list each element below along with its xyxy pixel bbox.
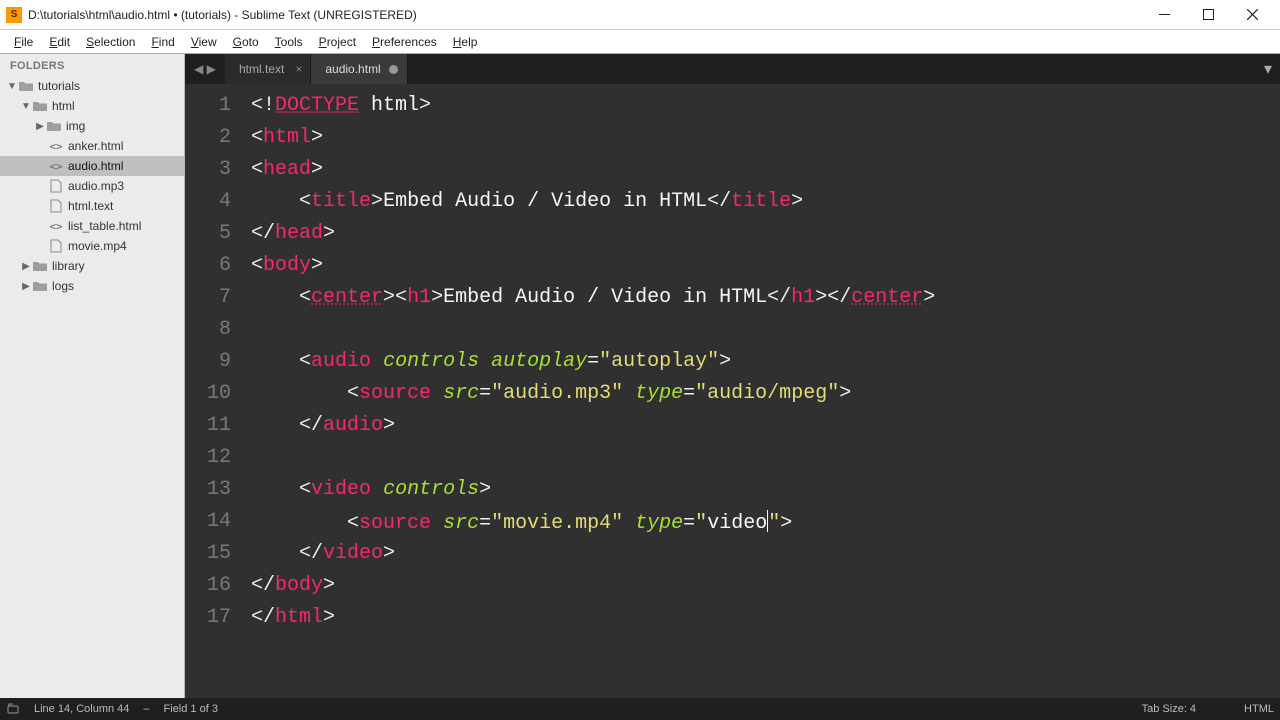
code-line-17[interactable]: </html>: [251, 602, 1280, 634]
status-icon: [6, 703, 20, 715]
tree-label: html.text: [68, 199, 113, 213]
menu-goto[interactable]: Goto: [225, 32, 267, 52]
disclosure-icon[interactable]: ▶: [20, 261, 32, 272]
code-line-12[interactable]: [251, 442, 1280, 474]
menu-file[interactable]: File: [6, 32, 41, 52]
code-line-3[interactable]: <head>: [251, 154, 1280, 186]
code-content[interactable]: <!DOCTYPE html><html><head> <title>Embed…: [245, 84, 1280, 698]
line-gutter: 1234567891011121314151617: [185, 84, 245, 698]
folder-html[interactable]: ▼ html: [0, 96, 184, 116]
code-line-15[interactable]: </video>: [251, 538, 1280, 570]
status-bar: Line 14, Column 44 – Field 1 of 3 Tab Si…: [0, 698, 1280, 720]
file-list_table.html[interactable]: <> list_table.html: [0, 216, 184, 236]
code-line-14[interactable]: <source src="movie.mp4" type="video">: [251, 506, 1280, 538]
disclosure-icon[interactable]: ▶: [34, 121, 46, 132]
file-icon: <>: [48, 219, 64, 233]
file-html.text[interactable]: html.text: [0, 196, 184, 216]
code-line-11[interactable]: </audio>: [251, 410, 1280, 442]
window-title: D:\tutorials\html\audio.html • (tutorial…: [28, 8, 1142, 22]
sidebar: FOLDERS ▼tutorials▼html▶img<>anker.html<…: [0, 54, 185, 698]
status-position[interactable]: Line 14, Column 44: [34, 703, 129, 715]
folder-icon: [32, 279, 48, 293]
file-anker.html[interactable]: <> anker.html: [0, 136, 184, 156]
code-line-5[interactable]: </head>: [251, 218, 1280, 250]
folder-img[interactable]: ▶ img: [0, 116, 184, 136]
tab-audio-html[interactable]: audio.html: [311, 54, 407, 84]
dirty-indicator-icon: [389, 65, 398, 74]
menu-view[interactable]: View: [183, 32, 225, 52]
menu-tools[interactable]: Tools: [267, 32, 311, 52]
folder-tree: ▼tutorials▼html▶img<>anker.html<>audio.h…: [0, 76, 184, 698]
tree-label: logs: [52, 279, 74, 293]
text-caret: [767, 510, 768, 532]
folder-icon: [46, 119, 62, 133]
menu-edit[interactable]: Edit: [41, 32, 78, 52]
menu-help[interactable]: Help: [445, 32, 486, 52]
code-line-13[interactable]: <video controls>: [251, 474, 1280, 506]
code-line-9[interactable]: <audio controls autoplay="autoplay">: [251, 346, 1280, 378]
code-line-16[interactable]: </body>: [251, 570, 1280, 602]
disclosure-icon[interactable]: ▼: [6, 81, 18, 92]
minimize-button[interactable]: [1142, 1, 1186, 29]
tree-label: tutorials: [38, 79, 80, 93]
tab-label: html.text: [239, 62, 284, 76]
code-line-10[interactable]: <source src="audio.mp3" type="audio/mpeg…: [251, 378, 1280, 410]
tab-bar: ◀ ▶ html.text × audio.html ▾: [185, 54, 1280, 84]
file-icon: [48, 199, 64, 213]
tree-label: library: [52, 259, 85, 273]
disclosure-icon[interactable]: ▶: [20, 281, 32, 292]
status-tabsize[interactable]: Tab Size: 4: [1142, 703, 1196, 715]
file-movie.mp4[interactable]: movie.mp4: [0, 236, 184, 256]
folder-logs[interactable]: ▶ logs: [0, 276, 184, 296]
code-line-2[interactable]: <html>: [251, 122, 1280, 154]
sidebar-header: FOLDERS: [0, 54, 184, 76]
code-line-8[interactable]: [251, 314, 1280, 346]
app-icon: S: [6, 7, 22, 23]
file-audio.mp3[interactable]: audio.mp3: [0, 176, 184, 196]
window-titlebar: S D:\tutorials\html\audio.html • (tutori…: [0, 0, 1280, 30]
tree-label: audio.html: [68, 159, 123, 173]
folder-icon: [32, 99, 48, 113]
folder-icon: [18, 79, 34, 93]
editor: ◀ ▶ html.text × audio.html ▾ 1234567891011…: [185, 54, 1280, 698]
menu-find[interactable]: Find: [143, 32, 182, 52]
file-audio.html[interactable]: <> audio.html: [0, 156, 184, 176]
file-icon: [48, 179, 64, 193]
code-line-6[interactable]: <body>: [251, 250, 1280, 282]
tree-label: html: [52, 99, 75, 113]
code-line-1[interactable]: <!DOCTYPE html>: [251, 90, 1280, 122]
folder-icon: [32, 259, 48, 273]
tab-history-nav[interactable]: ◀ ▶: [185, 54, 225, 84]
code-line-4[interactable]: <title>Embed Audio / Video in HTML</titl…: [251, 186, 1280, 218]
tree-label: list_table.html: [68, 219, 141, 233]
tree-label: anker.html: [68, 139, 123, 153]
menu-preferences[interactable]: Preferences: [364, 32, 445, 52]
status-field: Field 1 of 3: [164, 703, 218, 715]
close-button[interactable]: [1230, 1, 1274, 29]
close-icon[interactable]: ×: [295, 62, 302, 76]
tree-label: audio.mp3: [68, 179, 124, 193]
tree-label: img: [66, 119, 85, 133]
folder-tutorials[interactable]: ▼ tutorials: [0, 76, 184, 96]
tab-label: audio.html: [325, 62, 380, 76]
menu-selection[interactable]: Selection: [78, 32, 143, 52]
menu-bar: FileEditSelectionFindViewGotoToolsProjec…: [0, 30, 1280, 54]
file-icon: <>: [48, 159, 64, 173]
file-icon: [48, 239, 64, 253]
status-syntax[interactable]: HTML: [1244, 703, 1274, 715]
menu-project[interactable]: Project: [311, 32, 364, 52]
code-area[interactable]: 1234567891011121314151617 <!DOCTYPE html…: [185, 84, 1280, 698]
tab-html-text[interactable]: html.text ×: [225, 54, 311, 84]
tab-overflow-button[interactable]: ▾: [1256, 54, 1280, 84]
maximize-button[interactable]: [1186, 1, 1230, 29]
file-icon: <>: [48, 139, 64, 153]
disclosure-icon[interactable]: ▼: [20, 101, 32, 112]
tree-label: movie.mp4: [68, 239, 127, 253]
folder-library[interactable]: ▶ library: [0, 256, 184, 276]
code-line-7[interactable]: <center><h1>Embed Audio / Video in HTML<…: [251, 282, 1280, 314]
